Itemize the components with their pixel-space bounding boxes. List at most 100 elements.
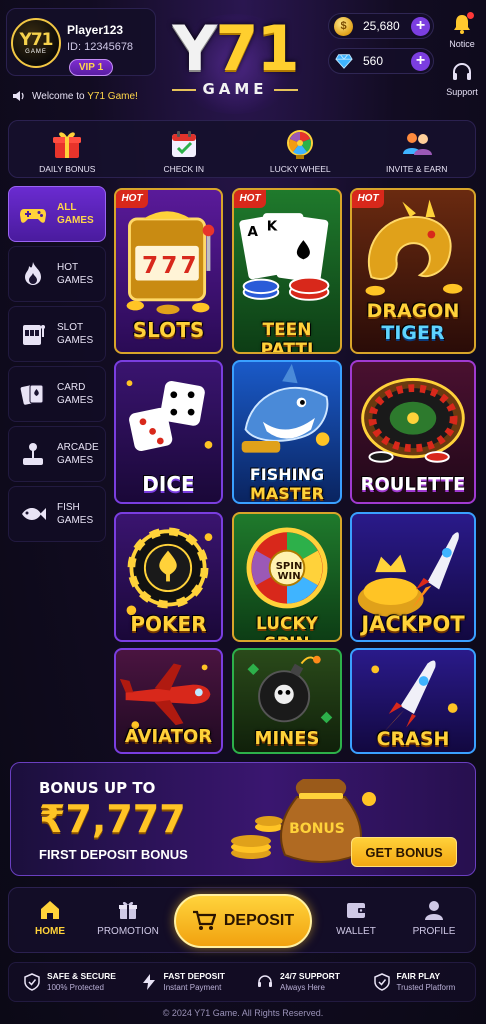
category-label: HOT <box>57 262 79 273</box>
daily-bonus-button[interactable]: DAILY BONUS <box>9 121 126 177</box>
category-label: CARD <box>57 382 86 393</box>
add-gems-button[interactable]: + <box>411 52 430 71</box>
category-arcade-games[interactable]: ARCADE GAMES <box>8 426 106 482</box>
category-label: GAMES <box>57 335 94 346</box>
notice-label: Notice <box>449 39 475 49</box>
nav-profile[interactable]: PROFILE <box>399 898 469 937</box>
game-tile-crash[interactable]: CRASH <box>350 648 476 754</box>
support-button[interactable]: Support <box>440 60 484 97</box>
svg-text:K: K <box>267 218 278 234</box>
banner-subtitle: FIRST DEPOSIT BONUS <box>39 847 188 862</box>
svg-text:7: 7 <box>181 253 197 279</box>
quick-actions-bar: DAILY BONUS CHECK IN LUCKY WHEEL INVITE … <box>8 120 476 178</box>
vip-badge[interactable]: VIP 1 <box>69 59 113 76</box>
game-title-line2: MASTER <box>250 484 324 503</box>
game-tile-jackpot[interactable]: JACKPOT <box>350 512 476 642</box>
banner-amount: ₹7,777 <box>39 797 186 841</box>
game-title: SLOTS <box>132 318 205 342</box>
get-bonus-button[interactable]: GET BONUS <box>351 837 457 867</box>
trust-title: SAFE & SECURE <box>47 971 116 981</box>
gem-balance-value: 560 <box>363 54 384 68</box>
notification-dot <box>467 12 474 19</box>
lucky-wheel-label: LUCKY WHEEL <box>269 164 331 174</box>
hot-badge: HOT <box>116 190 148 208</box>
game-tile-slots[interactable]: 7 7 7 HOT SLOTS <box>114 188 223 354</box>
category-label: GAMES <box>57 455 94 466</box>
nav-promotion-label: PROMOTION <box>97 926 159 937</box>
category-card-games[interactable]: CARD GAMES <box>8 366 106 422</box>
welcome-highlight: Y71 Game! <box>87 90 138 102</box>
check-in-button[interactable]: CHECK IN <box>126 121 243 177</box>
nav-home-label: HOME <box>35 926 65 937</box>
diamond-icon <box>335 54 353 69</box>
game-tile-poker[interactable]: POKER <box>114 512 223 642</box>
game-tile-roulette[interactable]: ROULETTE <box>350 360 476 504</box>
category-label: ARCADE <box>57 442 99 453</box>
category-all-games[interactable]: ALL GAMES <box>8 186 106 242</box>
nav-promotion[interactable]: PROMOTION <box>93 898 163 937</box>
header: Y71 GAME Player123 ID: 12345678 VIP 1 Y7… <box>0 0 486 118</box>
category-slot-games[interactable]: SLOT GAMES <box>8 306 106 362</box>
category-hot-games[interactable]: HOT GAMES <box>8 246 106 302</box>
game-tile-mines[interactable]: MINES <box>232 648 342 754</box>
avatar[interactable]: Y71 GAME <box>11 18 61 68</box>
app-root: Y71 GAME Player123 ID: 12345678 VIP 1 Y7… <box>0 0 486 1024</box>
profile-card[interactable]: Y71 GAME Player123 ID: 12345678 VIP 1 <box>6 8 156 76</box>
game-tile-dice[interactable]: DICE <box>114 360 223 504</box>
nav-wallet-label: WALLET <box>336 926 376 937</box>
flame-icon <box>25 262 41 285</box>
slot-machine-icon <box>23 325 45 345</box>
wheel-icon <box>287 130 314 159</box>
category-sidebar: ALL GAMES HOT GAMES SLOT GAMES CARD GAME… <box>8 186 106 546</box>
trust-item-support: 24/7 SUPPORT Always Here <box>242 963 359 1001</box>
game-tile-dragon-tiger[interactable]: HOT DRAGON TIGER <box>350 188 476 354</box>
headset-icon <box>258 975 272 987</box>
trust-subtitle: 100% Protected <box>47 983 104 992</box>
fish-icon <box>22 508 46 520</box>
game-title: MINES <box>254 728 320 749</box>
wallet-icon <box>347 903 366 918</box>
category-label: GAMES <box>57 395 94 406</box>
category-label: SLOT <box>57 322 84 333</box>
user-icon <box>425 901 443 920</box>
calendar-check-icon <box>171 131 196 157</box>
lucky-wheel-button[interactable]: LUCKY WHEEL <box>242 121 359 177</box>
footer-copyright: © 2024 Y71 Game. All Rights Reserved. <box>162 1008 324 1018</box>
shield-check-icon <box>24 973 40 991</box>
nav-home[interactable]: HOME <box>15 898 85 937</box>
game-tile-lucky-spin[interactable]: SPIN WIN LUCKY SPIN <box>232 512 342 642</box>
bell-icon <box>450 12 474 36</box>
game-title: ROULETTE <box>360 474 466 495</box>
trust-subtitle: Always Here <box>280 983 325 992</box>
game-tile-teen-patti[interactable]: A K HOT TEEN PATTI <box>232 188 342 354</box>
check-in-label: CHECK IN <box>163 164 205 174</box>
users-icon <box>402 133 432 155</box>
game-title: DICE <box>142 472 195 496</box>
trust-strip: SAFE & SECURE 100% Protected FAST DEPOSIT… <box>8 962 476 1002</box>
trust-item-fast-deposit: FAST DEPOSIT Instant Payment <box>126 963 243 1001</box>
category-label: FISH <box>57 502 80 513</box>
shield-check-icon <box>373 973 390 991</box>
notice-button[interactable]: Notice <box>440 12 484 49</box>
category-fish-games[interactable]: FISH GAMES <box>8 486 106 542</box>
first-deposit-banner[interactable]: BONUS UP TO ₹7,777 FIRST DEPOSIT BONUS B… <box>10 762 476 876</box>
game-tile-fishing-master[interactable]: FISHING MASTER <box>232 360 342 504</box>
deposit-button[interactable]: DEPOSIT <box>174 894 312 948</box>
gem-balance: 560 + <box>328 48 434 74</box>
nav-wallet[interactable]: WALLET <box>321 898 391 937</box>
game-title: LUCKY SPIN <box>256 614 318 640</box>
bottom-navigation: HOME PROMOTION DEPOSIT WALLET PROFILE <box>8 887 476 953</box>
gamepad-icon <box>20 209 46 223</box>
category-label: ALL <box>57 202 77 213</box>
game-title-line2: TIGER <box>381 322 445 344</box>
invite-earn-button[interactable]: INVITE & EARN <box>359 121 476 177</box>
player-id: ID: 12345678 <box>67 41 134 53</box>
add-coins-button[interactable]: + <box>411 17 430 36</box>
support-label: Support <box>446 87 478 97</box>
game-tile-aviator[interactable]: AVIATOR <box>114 648 223 754</box>
trust-item-safe: SAFE & SECURE 100% Protected <box>9 963 126 1001</box>
brand-logo-main: Y71 <box>172 14 299 84</box>
trust-subtitle: Instant Payment <box>163 983 222 992</box>
game-title: TEEN PATTI <box>260 320 314 354</box>
welcome-marquee: Welcome to Y71 Game! <box>12 90 138 102</box>
